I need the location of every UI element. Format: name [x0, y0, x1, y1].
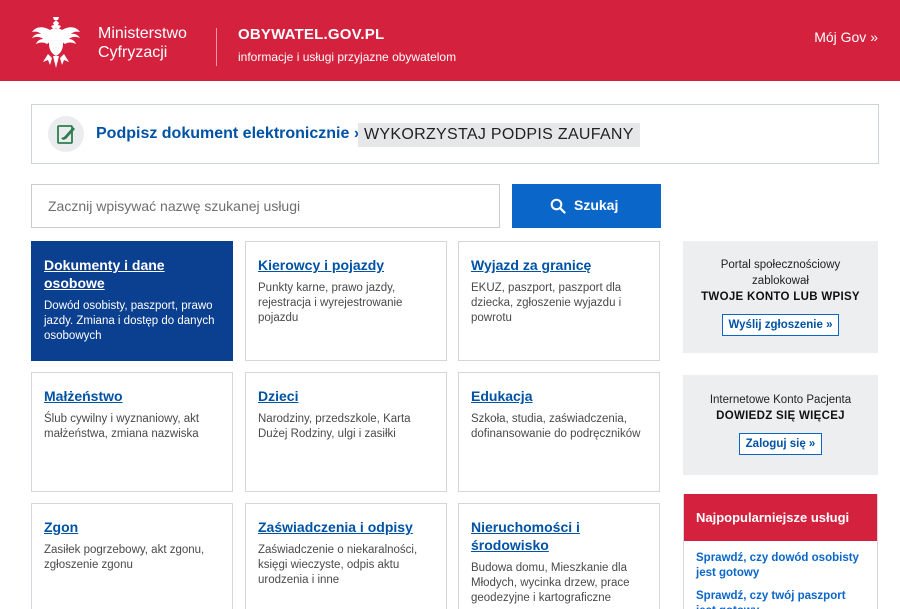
- site-header: Ministerstwo Cyfryzacji OBYWATEL.GOV.PL …: [0, 0, 900, 81]
- category-tile-dzieci[interactable]: Dzieci Narodziny, przedszkole, Karta Duż…: [245, 372, 447, 492]
- trusted-profile-tag[interactable]: WYKORZYSTAJ PODPIS ZAUFANY: [358, 123, 640, 147]
- tile-title[interactable]: Zaświadczenia i odpisy: [258, 518, 435, 536]
- tile-title[interactable]: Zgon: [44, 518, 221, 536]
- popular-services-title: Najpopularniejsze usługi: [684, 494, 877, 541]
- tile-title[interactable]: Kierowcy i pojazdy: [258, 256, 435, 274]
- sign-document-link[interactable]: Podpisz dokument elektronicznie »: [96, 125, 363, 143]
- ministry-line2: Cyfryzacji: [98, 44, 168, 61]
- category-tile-dokumenty[interactable]: Dokumenty i dane osobowe Dowód osobisty,…: [31, 241, 233, 361]
- category-tile-kierowcy[interactable]: Kierowcy i pojazdy Punkty karne, prawo j…: [245, 241, 447, 361]
- tile-description: Szkoła, studia, zaświadczenia, dofinanso…: [471, 413, 641, 440]
- search-button[interactable]: Szukaj: [512, 184, 661, 228]
- tile-description: Punkty karne, prawo jazdy, rejestracja i…: [258, 282, 403, 324]
- send-report-button[interactable]: Wyślij zgłoszenie »: [721, 314, 840, 336]
- moj-gov-link[interactable]: Mój Gov »: [814, 29, 878, 45]
- blocked-account-highlight: TWOJE KONTO LUB WPISY: [701, 291, 860, 303]
- signature-document-icon: [48, 116, 84, 152]
- tile-title[interactable]: Małżeństwo: [44, 387, 221, 405]
- tile-description: Zasiłek pogrzebowy, akt zgonu, zgłoszeni…: [44, 544, 205, 571]
- category-tile-wyjazd[interactable]: Wyjazd za granicę EKUZ, paszport, paszpo…: [458, 241, 660, 361]
- ministry-line1: Ministerstwo: [98, 25, 187, 42]
- popular-service-link[interactable]: Sprawdź, czy dowód osobisty jest gotowy: [696, 551, 867, 581]
- service-search-input[interactable]: [31, 184, 500, 228]
- blocked-account-line1: Portal społecznościowy: [720, 259, 841, 271]
- tile-description: EKUZ, paszport, paszport dla dziecka, zg…: [471, 282, 622, 324]
- login-button[interactable]: Zaloguj się »: [738, 433, 823, 455]
- tile-title[interactable]: Wyjazd za granicę: [471, 256, 648, 274]
- patient-account-line1: Internetowe Konto Pacjenta: [709, 394, 852, 406]
- tile-title[interactable]: Dzieci: [258, 387, 435, 405]
- tile-description: Narodziny, przedszkole, Karta Dużej Rodz…: [258, 413, 411, 440]
- e-signature-banner: Podpisz dokument elektronicznie » WYKORZ…: [31, 104, 879, 164]
- category-tile-edukacja[interactable]: Edukacja Szkoła, studia, zaświadczenia, …: [458, 372, 660, 492]
- site-tagline: informacje i usługi przyjazne obywatelom: [238, 50, 457, 64]
- popular-service-link[interactable]: Sprawdź, czy twój paszport jest gotowy: [696, 589, 867, 609]
- blocked-account-box: Portal społecznościowy zablokował TWOJE …: [683, 241, 878, 353]
- tile-description: Zaświadczenie o niekaralności, księgi wi…: [258, 544, 418, 586]
- popular-services-list: Sprawdź, czy dowód osobisty jest gotowy …: [684, 541, 877, 609]
- search-button-label: Szukaj: [574, 197, 619, 213]
- category-tile-malzenstwo[interactable]: Małżeństwo Ślub cywilny i wyznaniowy, ak…: [31, 372, 233, 492]
- patient-account-highlight: DOWIEDZ SIĘ WIĘCEJ: [716, 410, 845, 422]
- tile-description: Ślub cywilny i wyznaniowy, akt małżeństw…: [44, 413, 200, 440]
- popular-services-box: Najpopularniejsze usługi Sprawdź, czy do…: [683, 494, 878, 609]
- tile-title[interactable]: Dokumenty i dane osobowe: [44, 256, 221, 292]
- tile-description: Dowód osobisty, paszport, prawo jazdy. Z…: [44, 300, 215, 342]
- polish-eagle-emblem-icon[interactable]: [30, 14, 82, 70]
- tile-title[interactable]: Nieruchomości i środowisko: [471, 518, 648, 554]
- ministry-name[interactable]: Ministerstwo Cyfryzacji: [98, 24, 187, 62]
- header-divider: [216, 28, 217, 66]
- category-tile-zaswiadczenia[interactable]: Zaświadczenia i odpisy Zaświadczenie o n…: [245, 503, 447, 609]
- category-tile-nieruchomosci[interactable]: Nieruchomości i środowisko Budowa domu, …: [458, 503, 660, 609]
- site-brand[interactable]: OBYWATEL.GOV.PL: [238, 26, 384, 43]
- tile-description: Budowa domu, Mieszkanie dla Młodych, wyc…: [471, 562, 630, 604]
- search-icon: [550, 198, 566, 214]
- patient-account-box: Internetowe Konto Pacjenta DOWIEDZ SIĘ W…: [683, 375, 878, 475]
- category-tile-zgon[interactable]: Zgon Zasiłek pogrzebowy, akt zgonu, zgło…: [31, 503, 233, 609]
- blocked-account-line2: zablokował: [752, 275, 809, 287]
- tile-title[interactable]: Edukacja: [471, 387, 648, 405]
